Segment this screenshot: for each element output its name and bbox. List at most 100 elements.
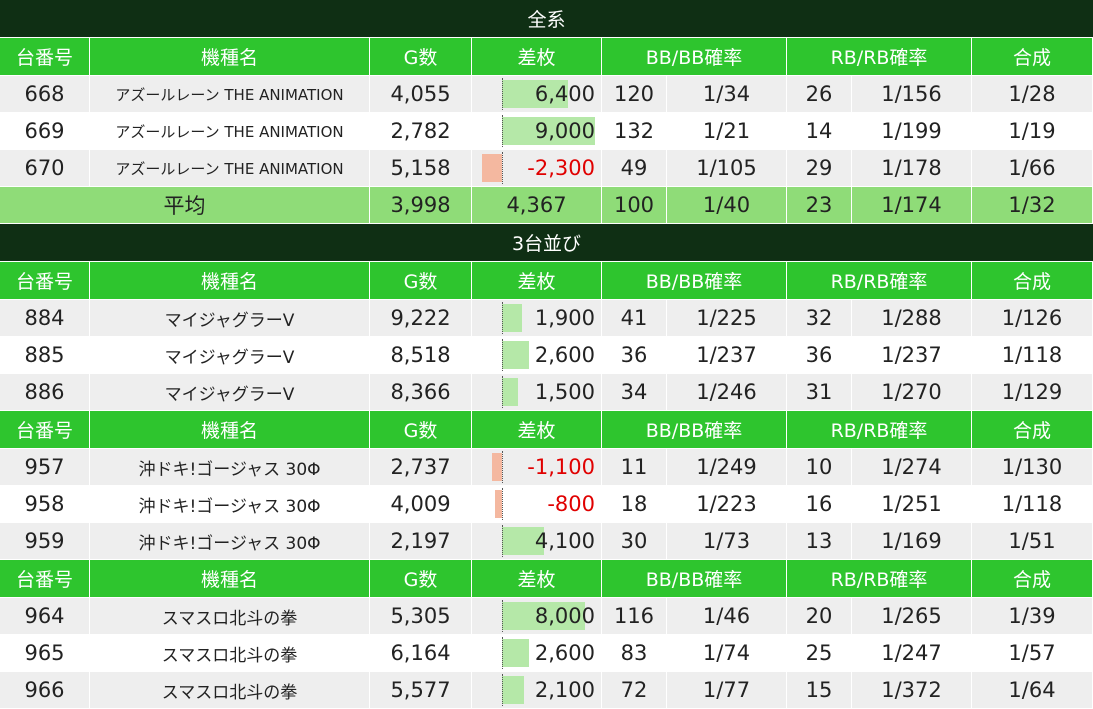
- diff-value: 1,500: [534, 380, 595, 404]
- header-total: 合成: [972, 38, 1093, 76]
- cell-diff: 2,600: [472, 635, 602, 672]
- diff-value: 2,100: [534, 678, 595, 702]
- header-games: G数: [370, 560, 472, 598]
- cell-bb-rate: 1/105: [667, 150, 787, 187]
- average-rb: 23: [787, 187, 852, 224]
- diff-value: -1,100: [527, 455, 595, 479]
- header-games: G数: [370, 262, 472, 300]
- cell-total: 1/118: [972, 486, 1093, 523]
- average-label: 平均: [0, 187, 370, 224]
- diff-value: -800: [547, 492, 595, 516]
- diff-bar: [502, 378, 518, 406]
- section-title-row: 3台並び: [0, 224, 1093, 262]
- header-bb: BB/BB確率: [602, 560, 787, 598]
- cell-diff: -2,300: [472, 150, 602, 187]
- section-title-row: 全系: [0, 0, 1093, 38]
- cell-bb: 132: [602, 113, 667, 150]
- header-bb: BB/BB確率: [602, 411, 787, 449]
- cell-total: 1/126: [972, 300, 1093, 337]
- cell-rb: 31: [787, 374, 852, 411]
- table-row: 966 スマスロ北斗の拳 5,577 2,100 72 1/77 15 1/372 1/64: [0, 672, 1093, 709]
- header-games: G数: [370, 411, 472, 449]
- cell-bb: 18: [602, 486, 667, 523]
- table-row: 884 マイジャグラーV 9,222 1,900 41 1/225 32 1/288 1/126: [0, 300, 1093, 337]
- diff-bar: [502, 341, 529, 369]
- cell-games: 5,158: [370, 150, 472, 187]
- table-row: 886 マイジャグラーV 8,366 1,500 34 1/246 31 1/270 1/129: [0, 374, 1093, 411]
- cell-total: 1/28: [972, 76, 1093, 113]
- cell-diff: 2,100: [472, 672, 602, 709]
- diff-axis: [502, 339, 503, 371]
- cell-name: スマスロ北斗の拳: [90, 598, 370, 635]
- cell-no: 886: [0, 374, 90, 411]
- cell-bb-rate: 1/237: [667, 337, 787, 374]
- cell-total: 1/118: [972, 337, 1093, 374]
- cell-bb-rate: 1/73: [667, 523, 787, 560]
- diff-value: 4,100: [534, 529, 595, 553]
- section-title: 3台並び: [0, 224, 1093, 262]
- diff-value: 1,900: [534, 306, 595, 330]
- table-row: 670 アズールレーン THE ANIMATION 5,158 -2,300 49 1/1…: [0, 150, 1093, 187]
- cell-name: スマスロ北斗の拳: [90, 635, 370, 672]
- header-machine-name: 機種名: [90, 38, 370, 76]
- cell-rb-rate: 1/169: [852, 523, 972, 560]
- cell-name: マイジャグラーV: [90, 374, 370, 411]
- header-machine-name: 機種名: [90, 560, 370, 598]
- cell-total: 1/66: [972, 150, 1093, 187]
- cell-rb-rate: 1/251: [852, 486, 972, 523]
- cell-games: 8,366: [370, 374, 472, 411]
- cell-bb: 30: [602, 523, 667, 560]
- cell-games: 4,055: [370, 76, 472, 113]
- diff-axis: [502, 488, 503, 520]
- header-diff: 差枚: [472, 560, 602, 598]
- average-rb-rate: 1/174: [852, 187, 972, 224]
- header-diff: 差枚: [472, 262, 602, 300]
- cell-name: アズールレーン THE ANIMATION: [90, 150, 370, 187]
- header-total: 合成: [972, 262, 1093, 300]
- table-row: 959 沖ドキ!ゴージャス 30Φ 2,197 4,100 30 1/73 13 1/169 1…: [0, 523, 1093, 560]
- diff-value: 6,400: [534, 82, 595, 106]
- cell-rb-rate: 1/372: [852, 672, 972, 709]
- diff-value: 2,600: [534, 641, 595, 665]
- header-rb: RB/RB確率: [787, 411, 972, 449]
- cell-no: 959: [0, 523, 90, 560]
- header-total: 合成: [972, 411, 1093, 449]
- cell-bb: 34: [602, 374, 667, 411]
- header-machine-no: 台番号: [0, 411, 90, 449]
- slot-results-table: 全系 台番号 機種名 G数 差枚 BB/BB確率 RB/RB確率 合成 668 アズールレーン T…: [0, 0, 1093, 709]
- cell-bb-rate: 1/21: [667, 113, 787, 150]
- table-row: 958 沖ドキ!ゴージャス 30Φ 4,009 -800 18 1/223 16 1/251 1…: [0, 486, 1093, 523]
- diff-axis: [502, 525, 503, 557]
- cell-bb: 49: [602, 150, 667, 187]
- header-bb: BB/BB確率: [602, 262, 787, 300]
- cell-bb: 11: [602, 449, 667, 486]
- cell-name: スマスロ北斗の拳: [90, 672, 370, 709]
- cell-rb: 13: [787, 523, 852, 560]
- cell-diff: -800: [472, 486, 602, 523]
- cell-games: 2,737: [370, 449, 472, 486]
- cell-bb-rate: 1/223: [667, 486, 787, 523]
- diff-value: 8,000: [534, 604, 595, 628]
- header-bb: BB/BB確率: [602, 38, 787, 76]
- cell-rb: 10: [787, 449, 852, 486]
- diff-axis: [502, 302, 503, 334]
- cell-bb: 120: [602, 76, 667, 113]
- cell-name: アズールレーン THE ANIMATION: [90, 76, 370, 113]
- header-machine-name: 機種名: [90, 411, 370, 449]
- cell-total: 1/129: [972, 374, 1093, 411]
- cell-diff: 4,100: [472, 523, 602, 560]
- column-header-row: 台番号 機種名 G数 差枚 BB/BB確率 RB/RB確率 合成: [0, 262, 1093, 300]
- column-header-row: 台番号 機種名 G数 差枚 BB/BB確率 RB/RB確率 合成: [0, 38, 1093, 76]
- diff-axis: [502, 152, 503, 184]
- cell-rb-rate: 1/270: [852, 374, 972, 411]
- diff-value: 2,600: [534, 343, 595, 367]
- cell-rb: 20: [787, 598, 852, 635]
- cell-bb: 116: [602, 598, 667, 635]
- header-rb: RB/RB確率: [787, 38, 972, 76]
- diff-bar: [502, 639, 529, 667]
- cell-diff: 1,900: [472, 300, 602, 337]
- cell-no: 957: [0, 449, 90, 486]
- table-row: 668 アズールレーン THE ANIMATION 4,055 6,400 120 1/3…: [0, 76, 1093, 113]
- cell-no: 884: [0, 300, 90, 337]
- cell-name: 沖ドキ!ゴージャス 30Φ: [90, 449, 370, 486]
